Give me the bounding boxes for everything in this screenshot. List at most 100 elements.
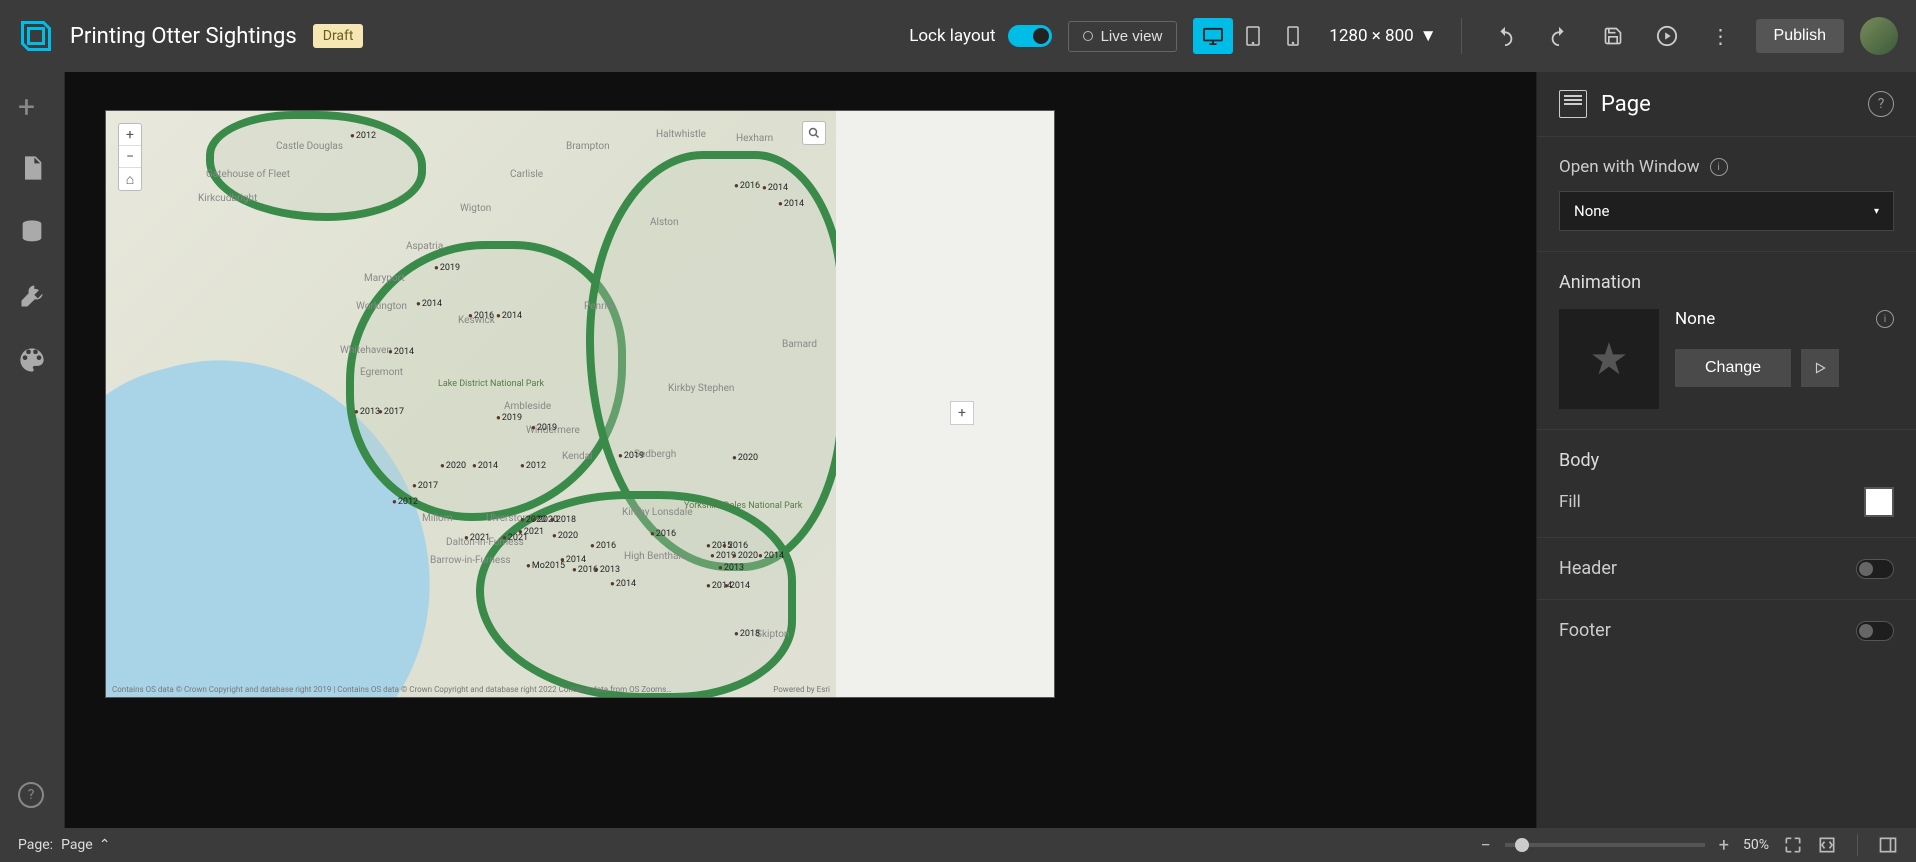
zoom-out-button[interactable]: − (1480, 835, 1490, 856)
lock-layout-toggle[interactable] (1008, 25, 1052, 47)
sighting-pin[interactable]: 2020 (440, 461, 466, 471)
park-label: Yorkshire Dales National Park (684, 501, 802, 511)
fit-height-icon[interactable] (1817, 835, 1837, 855)
page-canvas[interactable]: + − ⌂ Castle DouglasKirkcudbrightGatehou… (105, 110, 1055, 698)
add-block-button[interactable]: + (950, 401, 974, 425)
fill-label: Fill (1559, 492, 1581, 512)
place-label: Whitehaven (340, 345, 392, 356)
body-heading: Body (1559, 450, 1894, 471)
sighting-pin[interactable]: 2013 (354, 407, 380, 417)
place-label: High Bentham (624, 551, 687, 562)
change-animation-button[interactable]: Change (1675, 349, 1791, 387)
home-extent-button[interactable]: ⌂ (119, 168, 141, 190)
sighting-pin[interactable]: 2020 (552, 531, 578, 541)
zoom-value: 50% (1743, 837, 1769, 853)
canvas-area[interactable]: + − ⌂ Castle DouglasKirkcudbrightGatehou… (65, 72, 1536, 828)
place-label: Maryport (364, 273, 405, 284)
sighting-pin[interactable]: 2013 (594, 565, 620, 575)
canvas-dimensions-dropdown[interactable]: 1280 × 800 ▼ (1329, 26, 1436, 46)
chevron-up-icon: ⌃ (99, 837, 111, 853)
sighting-pin[interactable]: 2012 (520, 461, 546, 471)
park-label: Lake District National Park (438, 379, 544, 389)
zoom-out-button[interactable]: − (119, 146, 141, 168)
more-menu-button[interactable]: ⋮ (1702, 17, 1740, 55)
place-label: Castle Douglas (276, 141, 343, 152)
sighting-pin[interactable]: 2014 (610, 579, 636, 589)
utilities-nav-icon[interactable] (18, 282, 46, 310)
add-widget-button[interactable]: + (18, 90, 46, 118)
device-mobile-button[interactable] (1273, 18, 1313, 54)
sighting-pin[interactable]: 2014 (762, 183, 788, 193)
sighting-pin[interactable]: 2014 (560, 555, 586, 565)
device-desktop-button[interactable] (1193, 18, 1233, 54)
publish-button[interactable]: Publish (1756, 19, 1844, 53)
sighting-pin[interactable]: 2013 (718, 563, 744, 573)
rpanel-title: Page (1601, 92, 1854, 117)
chevron-down-icon: ▾ (1874, 206, 1879, 217)
zoom-slider[interactable] (1505, 843, 1705, 847)
info-icon[interactable]: i (1876, 310, 1894, 328)
sighting-pin[interactable]: 2019 (496, 413, 522, 423)
sighting-pin[interactable]: 2016 (468, 311, 494, 321)
place-label: Wigton (460, 203, 491, 214)
user-avatar[interactable] (1860, 17, 1898, 55)
sighting-pin[interactable]: 2016 (650, 529, 676, 539)
sighting-pin[interactable]: 2014 (388, 347, 414, 357)
redo-button[interactable] (1540, 17, 1578, 55)
sighting-pin[interactable]: 2017 (378, 407, 404, 417)
sighting-pin[interactable]: 2020 (732, 551, 758, 561)
sighting-pin[interactable]: 2014 (724, 581, 750, 591)
sighting-pin[interactable]: 2012 (350, 131, 376, 141)
theme-nav-icon[interactable] (18, 346, 46, 374)
animation-heading: Animation (1559, 272, 1894, 293)
device-tablet-button[interactable] (1233, 18, 1273, 54)
undo-button[interactable] (1486, 17, 1524, 55)
sighting-pin[interactable]: 2017 (412, 481, 438, 491)
sighting-pin[interactable]: 2014 (416, 299, 442, 309)
place-label: Hexham (736, 133, 773, 144)
place-label: Barrow-in-Furness (430, 555, 511, 566)
map-search-button[interactable] (802, 121, 826, 145)
zoom-in-button[interactable]: + (119, 124, 141, 146)
help-button[interactable]: ? (18, 782, 46, 810)
live-dot-icon (1083, 31, 1093, 41)
star-icon: ★ (1589, 333, 1628, 385)
sighting-pin[interactable]: 2021 (518, 527, 544, 537)
fit-width-icon[interactable] (1783, 835, 1803, 855)
live-view-label: Live view (1101, 28, 1163, 45)
place-label: Alston (650, 217, 679, 228)
sighting-pin[interactable]: 2014 (472, 461, 498, 471)
sighting-pin[interactable]: 2021 (464, 533, 490, 543)
sighting-pin[interactable]: 2019 (618, 451, 644, 461)
toggle-rpanel-icon[interactable] (1878, 835, 1898, 855)
sighting-pin[interactable]: 2019 (434, 263, 460, 273)
live-view-button[interactable]: Live view (1068, 21, 1178, 52)
sighting-pin[interactable]: 2018 (550, 515, 576, 525)
sighting-pin[interactable]: 2018 (734, 629, 760, 639)
sighting-pin[interactable]: 2020 (732, 453, 758, 463)
sighting-pin[interactable]: 2014 (496, 311, 522, 321)
sighting-pin[interactable]: 2019 (531, 423, 557, 433)
map-zoom-controls[interactable]: + − ⌂ (118, 123, 142, 191)
preview-button[interactable] (1648, 17, 1686, 55)
sighting-pin[interactable]: 2014 (778, 199, 804, 209)
help-icon[interactable]: ? (1868, 91, 1894, 117)
sighting-pin[interactable]: 2016 (722, 541, 748, 551)
sighting-pin[interactable]: 2014 (758, 551, 784, 561)
sighting-pin[interactable]: 2012 (392, 497, 418, 507)
zoom-in-button[interactable]: + (1719, 835, 1729, 856)
save-button[interactable] (1594, 17, 1632, 55)
open-with-window-select[interactable]: None ▾ (1559, 191, 1894, 231)
info-icon[interactable]: i (1710, 158, 1728, 176)
footer-toggle[interactable] (1856, 621, 1894, 641)
data-nav-icon[interactable] (18, 218, 46, 246)
page-selector[interactable]: Page ⌃ (61, 837, 110, 853)
sighting-pin[interactable]: 2016 (734, 181, 760, 191)
divider (1461, 18, 1462, 54)
header-toggle[interactable] (1856, 559, 1894, 579)
page-nav-icon[interactable] (18, 154, 46, 182)
map-widget[interactable]: + − ⌂ Castle DouglasKirkcudbrightGatehou… (106, 111, 836, 697)
sighting-pin[interactable]: 2016 (590, 541, 616, 551)
play-animation-button[interactable] (1801, 349, 1839, 387)
fill-color-swatch[interactable] (1864, 487, 1894, 517)
